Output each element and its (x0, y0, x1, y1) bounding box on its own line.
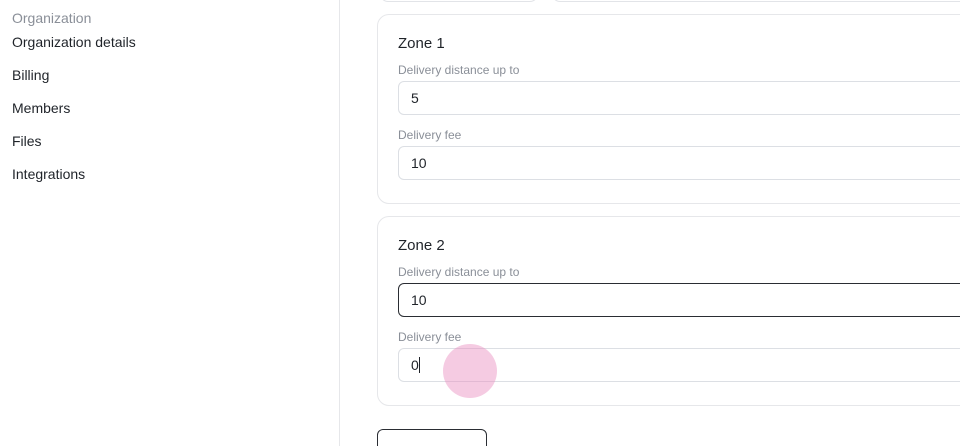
add-zone-button[interactable] (377, 429, 487, 446)
sidebar-item-members[interactable]: Members (12, 100, 70, 116)
zone-card-1: Zone 1 Delivery distance up to Delivery … (377, 14, 960, 204)
sidebar-heading: Organization (12, 10, 92, 26)
sidebar-item-billing[interactable]: Billing (12, 67, 49, 83)
sidebar-item-integrations[interactable]: Integrations (12, 166, 85, 182)
fee-label: Delivery fee (398, 128, 462, 142)
distance-label: Delivery distance up to (398, 265, 520, 279)
settings-sidebar: Organization Organization details Billin… (0, 0, 340, 446)
page: Organization Organization details Billin… (0, 0, 960, 446)
distance-input[interactable] (398, 283, 960, 317)
distance-label: Delivery distance up to (398, 63, 520, 77)
zone-title: Zone 1 (398, 35, 445, 52)
fee-input[interactable] (398, 348, 960, 382)
distance-input[interactable] (398, 81, 960, 115)
sidebar-item-organization-details[interactable]: Organization details (12, 34, 136, 50)
delivery-zones-panel: Zone 1 Delivery distance up to Delivery … (340, 0, 960, 446)
top-field-stub[interactable] (380, 0, 538, 2)
top-field-stub[interactable] (552, 0, 960, 2)
zone-title: Zone 2 (398, 237, 445, 254)
fee-label: Delivery fee (398, 330, 462, 344)
text-caret (419, 357, 420, 373)
fee-input[interactable] (398, 146, 960, 180)
zone-card-2: Zone 2 Delivery distance up to Delivery … (377, 216, 960, 406)
sidebar-item-files[interactable]: Files (12, 133, 42, 149)
